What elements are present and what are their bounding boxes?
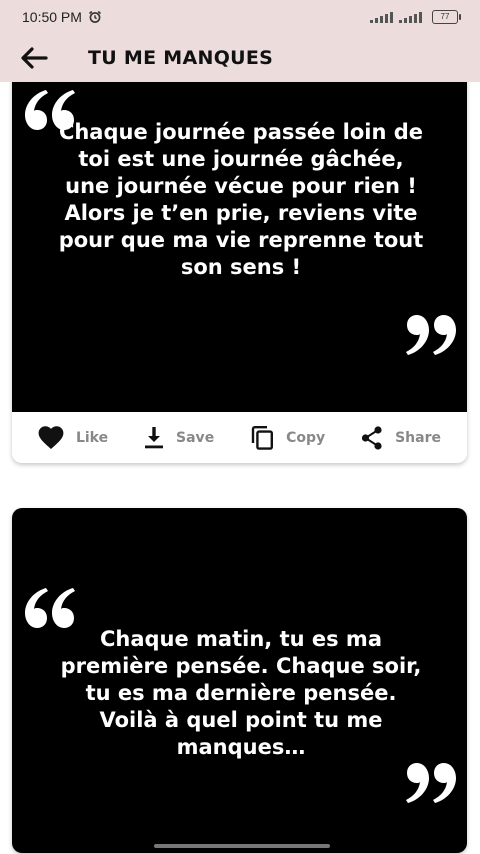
quote-card: Chaque matin, tu es ma première pensée. … <box>12 508 467 853</box>
signal-icon-2 <box>399 11 422 23</box>
copy-button[interactable]: Copy <box>250 425 326 450</box>
quote-card: Chaque journée passée loin de toi est un… <box>12 82 467 463</box>
save-button[interactable]: Save <box>144 426 215 449</box>
share-button[interactable]: Share <box>361 425 441 450</box>
quote-list[interactable]: Chaque journée passée loin de toi est un… <box>0 82 480 854</box>
status-bar: 10:50 PM 77 <box>0 0 480 34</box>
signal-icon <box>370 11 393 23</box>
copy-icon <box>251 425 274 450</box>
alarm-icon <box>88 10 102 24</box>
copy-label: Copy <box>286 429 326 446</box>
arrow-back-icon[interactable] <box>14 38 54 78</box>
quote-actions: Like Save Copy Share <box>12 412 467 463</box>
quote-image: Chaque matin, tu es ma première pensée. … <box>12 508 467 853</box>
close-quote-icon <box>406 763 456 803</box>
save-label: Save <box>176 429 215 446</box>
like-label: Like <box>75 429 109 446</box>
like-button[interactable]: Like <box>38 425 109 450</box>
heart-icon <box>38 425 64 449</box>
quote-image: Chaque journée passée loin de toi est un… <box>12 82 467 412</box>
share-icon <box>361 425 382 450</box>
app-bar: TU ME MANQUES <box>0 34 480 82</box>
download-icon <box>145 426 164 448</box>
quote-text: Chaque matin, tu es ma première pensée. … <box>60 627 422 759</box>
page-title: TU ME MANQUES <box>88 47 274 69</box>
status-time: 10:50 PM <box>22 9 82 25</box>
quote-text: Chaque journée passée loin de toi est un… <box>58 120 424 279</box>
share-label: Share <box>395 429 441 446</box>
battery-icon: 77 <box>432 10 461 24</box>
close-quote-icon <box>406 315 456 355</box>
home-indicator[interactable] <box>154 844 330 848</box>
open-quote-icon <box>25 588 75 628</box>
